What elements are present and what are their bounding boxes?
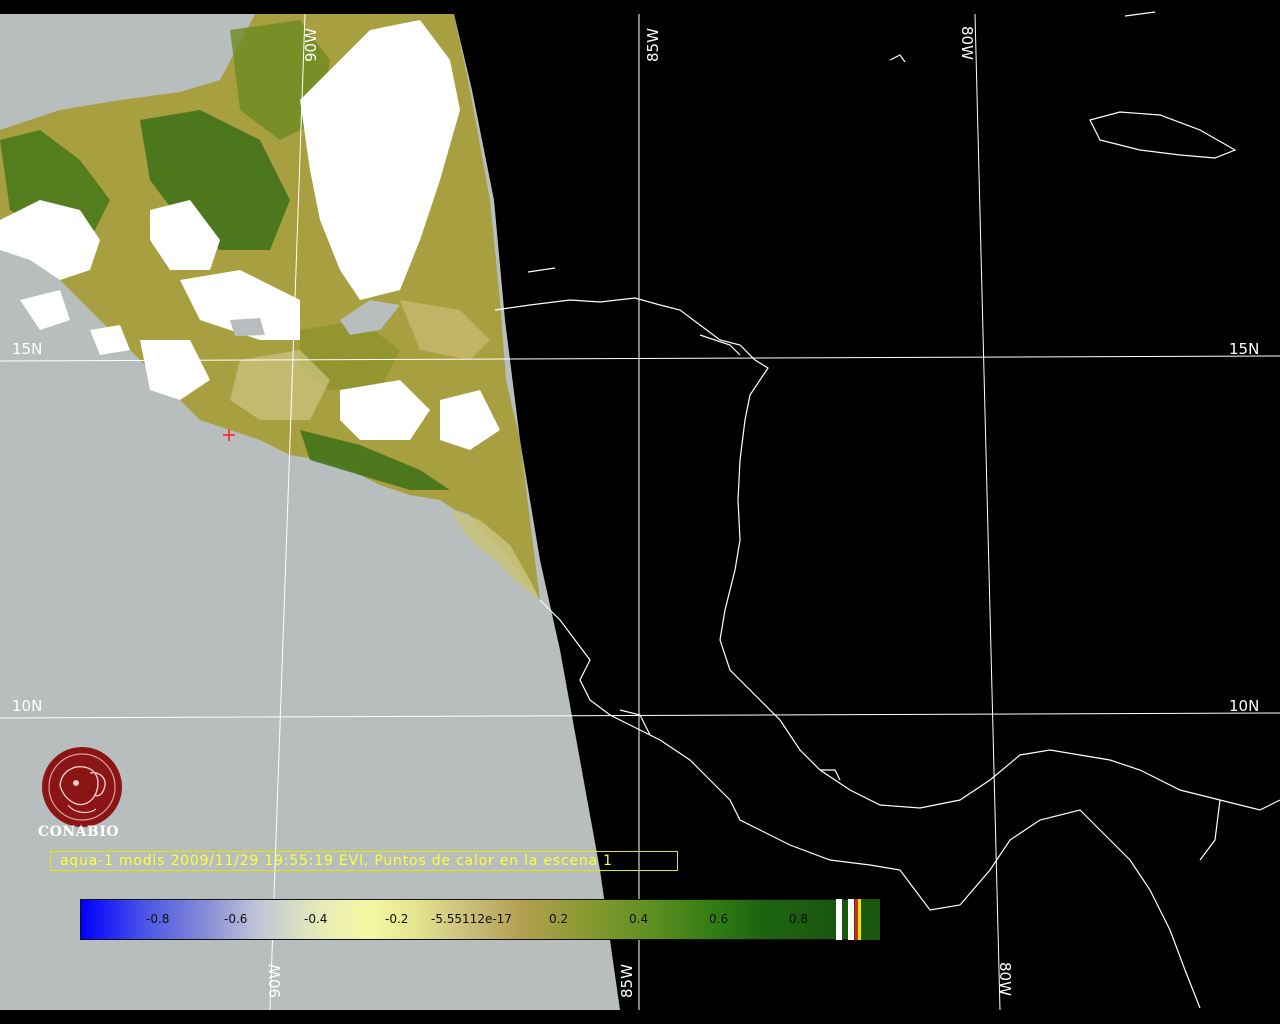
- lon-label-bottom-85w: 85W: [618, 964, 636, 998]
- colorbar-tick: 0.8: [789, 912, 809, 926]
- colorbar-tick: -0.8: [146, 912, 170, 926]
- scene-caption: aqua-1 modis 2009/11/29 19:55:19 EVI, Pu…: [60, 853, 613, 869]
- colorbar-coast-swatch: [848, 899, 854, 940]
- lon-label-bottom-80w: 80W: [996, 962, 1014, 996]
- lat-label-right-15n: 15N: [1229, 340, 1260, 358]
- lon-label-top-85w: 85W: [644, 28, 662, 62]
- lon-label-top-90w: 90W: [302, 28, 320, 62]
- lat-label-left-10n: 10N: [12, 697, 43, 715]
- lat-label-left-15n: 15N: [12, 340, 43, 358]
- colorbar-tick: 0.6: [709, 912, 729, 926]
- colorbar-end-swatch: [861, 899, 880, 940]
- colorbar-tick: -5.55112e-17: [431, 912, 512, 926]
- lon-label-bottom-90w: 90W: [266, 964, 284, 998]
- conabio-logo-text: CONABIO: [38, 824, 120, 840]
- colorbar-tick: -0.4: [304, 912, 328, 926]
- colorbar-tick: -0.6: [224, 912, 248, 926]
- lat-label-right-10n: 10N: [1229, 697, 1260, 715]
- colorbar-cloud-swatch: [836, 899, 842, 940]
- colorbar-tick: -0.2: [385, 912, 409, 926]
- colorbar-tick: 0.2: [549, 912, 569, 926]
- colorbar-tick: 0.4: [629, 912, 649, 926]
- lon-label-top-80w: 80W: [958, 26, 976, 60]
